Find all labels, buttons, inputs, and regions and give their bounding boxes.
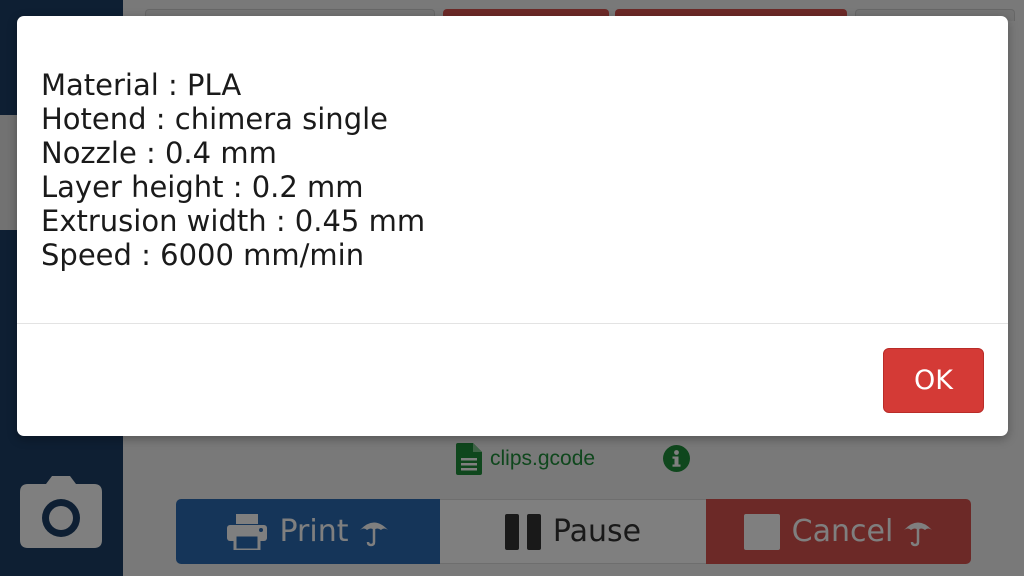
nozzle-line: Nozzle : 0.4 mm xyxy=(41,136,277,170)
dialog-divider xyxy=(17,323,1008,324)
dialog-body: Material : PLA Hotend : chimera single N… xyxy=(41,68,984,272)
material-line: Material : PLA xyxy=(41,68,242,102)
print-settings-dialog: Material : PLA Hotend : chimera single N… xyxy=(17,16,1008,436)
speed-line: Speed : 6000 mm/min xyxy=(41,238,365,272)
ok-button[interactable]: OK xyxy=(883,348,984,413)
hotend-line: Hotend : chimera single xyxy=(41,102,388,136)
layer-height-line: Layer height : 0.2 mm xyxy=(41,170,364,204)
extrusion-width-line: Extrusion width : 0.45 mm xyxy=(41,204,426,238)
